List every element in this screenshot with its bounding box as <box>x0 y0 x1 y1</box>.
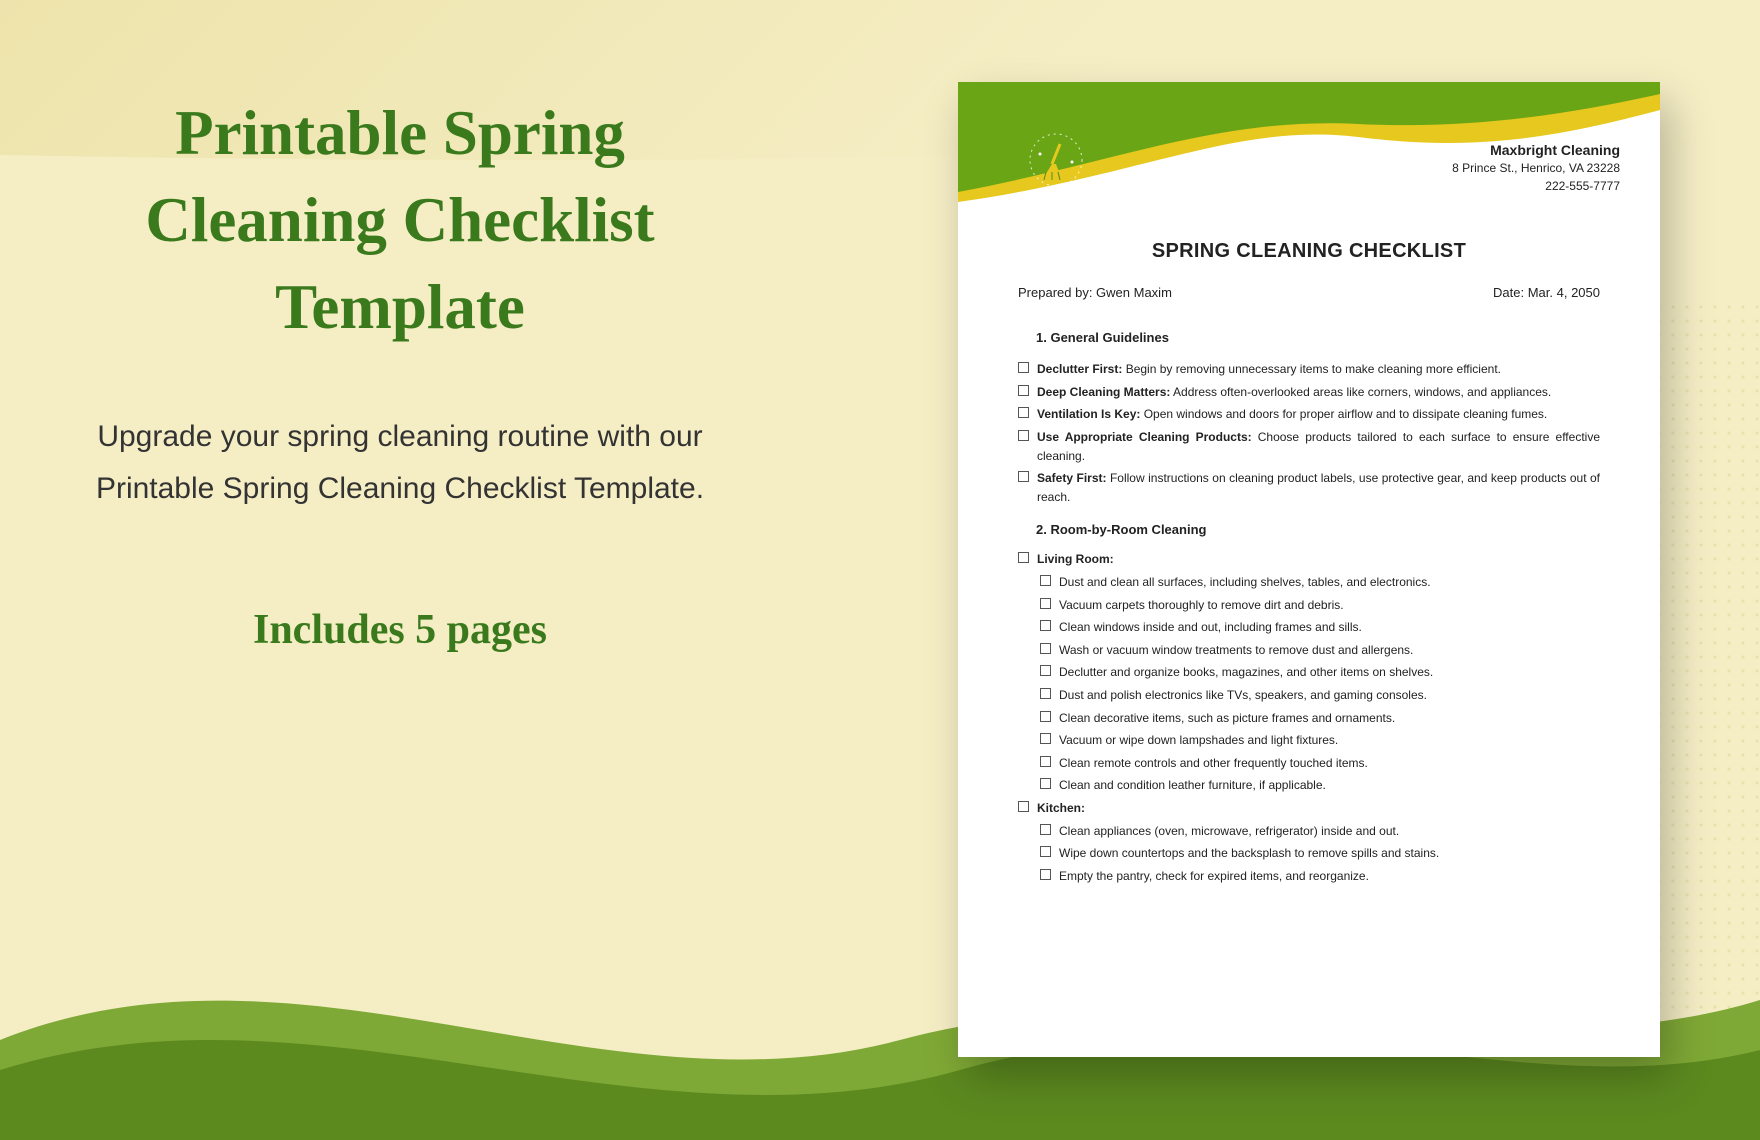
company-phone: 222-555-7777 <box>1452 178 1620 195</box>
checklist-item: Safety First: Follow instructions on cle… <box>1018 469 1600 506</box>
doc-body: 1. General Guidelines Declutter First: B… <box>958 310 1660 885</box>
living-room-list: Dust and clean all surfaces, including s… <box>1018 573 1600 795</box>
broom-icon <box>1028 132 1084 188</box>
section-2-heading: 2. Room-by-Room Cleaning <box>1036 520 1600 540</box>
kitchen-list: Clean appliances (oven, microwave, refri… <box>1018 822 1600 886</box>
checklist-item: Clean appliances (oven, microwave, refri… <box>1040 822 1600 841</box>
checkbox-icon <box>1040 733 1051 744</box>
promo-description: Upgrade your spring cleaning routine wit… <box>95 411 705 516</box>
checkbox-icon <box>1018 362 1029 373</box>
checkbox-icon <box>1040 688 1051 699</box>
company-name: Maxbright Cleaning <box>1452 140 1620 160</box>
company-block: Maxbright Cleaning 8 Prince St., Henrico… <box>1452 140 1620 195</box>
checkbox-icon <box>1018 471 1029 482</box>
checkbox-icon <box>1040 575 1051 586</box>
section-1-heading: 1. General Guidelines <box>1036 328 1600 348</box>
promo-title: Printable Spring Cleaning Checklist Temp… <box>95 90 705 351</box>
checkbox-icon <box>1018 385 1029 396</box>
company-address: 8 Prince St., Henrico, VA 23228 <box>1452 160 1620 177</box>
checklist-item: Wipe down countertops and the backsplash… <box>1040 844 1600 863</box>
checklist-item: Dust and clean all surfaces, including s… <box>1040 573 1600 592</box>
living-room-heading: Living Room: <box>1018 550 1600 569</box>
checkbox-icon <box>1040 846 1051 857</box>
guidelines-list: Declutter First: Begin by removing unnec… <box>1018 360 1600 506</box>
checklist-item: Empty the pantry, check for expired item… <box>1040 867 1600 886</box>
checklist-item: Declutter and organize books, magazines,… <box>1040 663 1600 682</box>
checklist-item: Vacuum carpets thoroughly to remove dirt… <box>1040 596 1600 615</box>
checklist-item: Declutter First: Begin by removing unnec… <box>1018 360 1600 379</box>
doc-date: Date: Mar. 4, 2050 <box>1493 285 1600 300</box>
checkbox-icon <box>1040 620 1051 631</box>
checklist-item: Ventilation Is Key: Open windows and doo… <box>1018 405 1600 424</box>
checklist-item: Dust and polish electronics like TVs, sp… <box>1040 686 1600 705</box>
checkbox-icon <box>1040 756 1051 767</box>
doc-header: Maxbright Cleaning 8 Prince St., Henrico… <box>958 82 1660 232</box>
promo-block: Printable Spring Cleaning Checklist Temp… <box>95 90 705 654</box>
checkbox-icon <box>1018 552 1029 563</box>
prepared-by: Prepared by: Gwen Maxim <box>1018 285 1172 300</box>
checklist-item: Clean remote controls and other frequent… <box>1040 754 1600 773</box>
checkbox-icon <box>1040 869 1051 880</box>
promo-pages: Includes 5 pages <box>95 606 705 654</box>
checkbox-icon <box>1040 598 1051 609</box>
checkbox-icon <box>1040 778 1051 789</box>
doc-meta: Prepared by: Gwen Maxim Date: Mar. 4, 20… <box>958 263 1660 310</box>
checklist-item: Vacuum or wipe down lampshades and light… <box>1040 731 1600 750</box>
kitchen-heading: Kitchen: <box>1018 799 1600 818</box>
checklist-item: Clean and condition leather furniture, i… <box>1040 776 1600 795</box>
checkbox-icon <box>1040 711 1051 722</box>
checklist-item: Use Appropriate Cleaning Products: Choos… <box>1018 428 1600 465</box>
document-preview: Maxbright Cleaning 8 Prince St., Henrico… <box>958 82 1660 1057</box>
checklist-item: Clean windows inside and out, including … <box>1040 618 1600 637</box>
checkbox-icon <box>1018 430 1029 441</box>
checkbox-icon <box>1018 407 1029 418</box>
checkbox-icon <box>1018 801 1029 812</box>
checkbox-icon <box>1040 643 1051 654</box>
checklist-item: Clean decorative items, such as picture … <box>1040 709 1600 728</box>
checklist-item: Wash or vacuum window treatments to remo… <box>1040 641 1600 660</box>
checkbox-icon <box>1040 824 1051 835</box>
checklist-item: Deep Cleaning Matters: Address often-ove… <box>1018 383 1600 402</box>
doc-title: SPRING CLEANING CHECKLIST <box>958 240 1660 263</box>
checkbox-icon <box>1040 665 1051 676</box>
